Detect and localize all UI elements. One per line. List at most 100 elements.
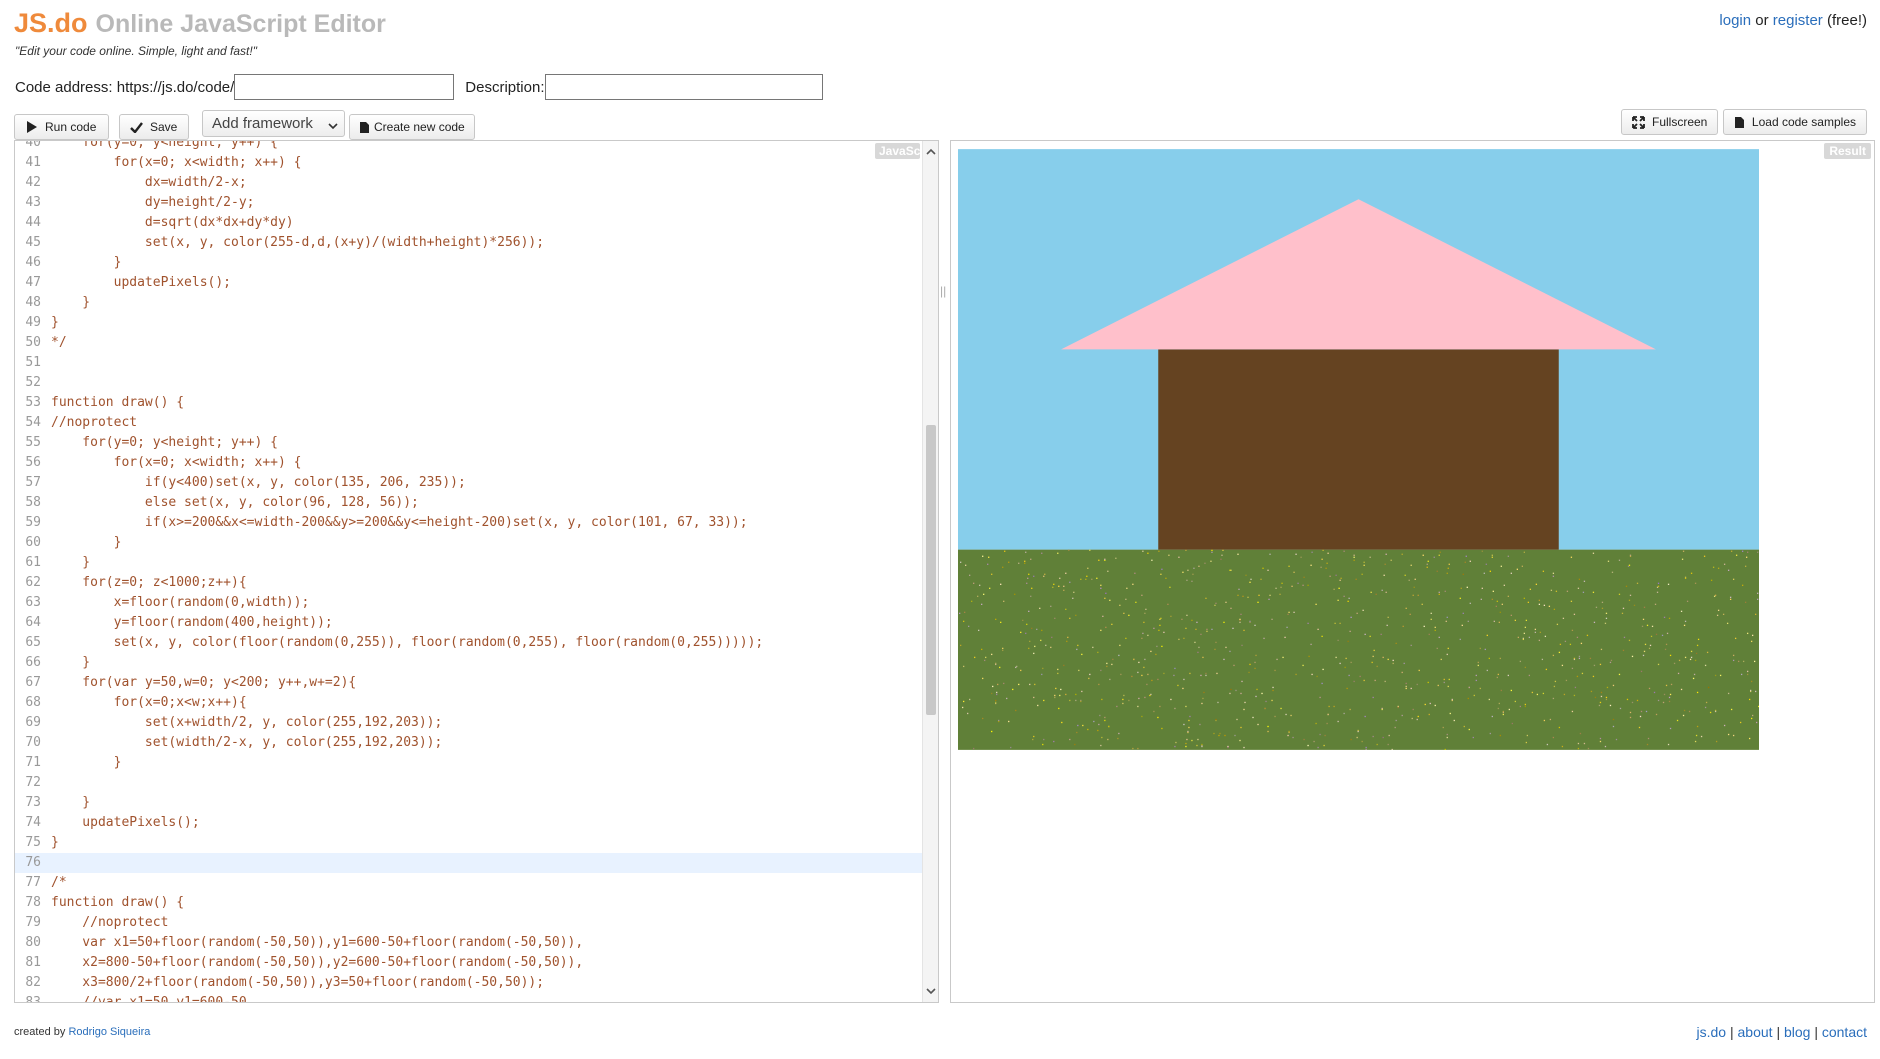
- code-line[interactable]: 68 for(x=0;x<w;x++){: [15, 693, 922, 713]
- line-code[interactable]: }: [47, 753, 122, 773]
- footer-link-jsdo[interactable]: js.do: [1697, 1024, 1727, 1040]
- code-line[interactable]: 44 d=sqrt(dx*dx+dy*dy): [15, 213, 922, 233]
- line-code[interactable]: if(x>=200&&x<=width-200&&y>=200&&y<=heig…: [47, 513, 748, 533]
- line-code[interactable]: else set(x, y, color(96, 128, 56));: [47, 493, 419, 513]
- code-line[interactable]: 75}: [15, 833, 922, 853]
- line-code[interactable]: }: [47, 833, 59, 853]
- code-line[interactable]: 59 if(x>=200&&x<=width-200&&y>=200&&y<=h…: [15, 513, 922, 533]
- pane-splitter-handle[interactable]: ||: [940, 284, 946, 298]
- code-line[interactable]: 79 //noprotect: [15, 913, 922, 933]
- line-code[interactable]: }: [47, 313, 59, 333]
- line-code[interactable]: updatePixels();: [47, 273, 231, 293]
- line-code[interactable]: var x1=50+floor(random(-50,50)),y1=600-5…: [47, 933, 583, 953]
- register-link[interactable]: register: [1773, 12, 1823, 29]
- code-line[interactable]: 62 for(z=0; z<1000;z++){: [15, 573, 922, 593]
- add-framework-select[interactable]: Add framework: [202, 110, 345, 137]
- scrollbar-thumb[interactable]: [926, 425, 936, 715]
- code-line[interactable]: 50 */: [15, 333, 922, 353]
- line-code[interactable]: }: [47, 253, 122, 273]
- login-link[interactable]: login: [1719, 12, 1751, 29]
- code-line[interactable]: 40 for(y=0; y<height; y++) {: [15, 141, 922, 153]
- line-code[interactable]: d=sqrt(dx*dx+dy*dy): [47, 213, 294, 233]
- code-line[interactable]: 49}: [15, 313, 922, 333]
- line-code[interactable]: }: [47, 293, 90, 313]
- code-line[interactable]: 60 }: [15, 533, 922, 553]
- logo-brand[interactable]: JS.do: [14, 8, 88, 38]
- line-code[interactable]: set(x+width/2, y, color(255,192,203));: [47, 713, 442, 733]
- code-line[interactable]: 41 for(x=0; x<width; x++) {: [15, 153, 922, 173]
- editor-scrollbar[interactable]: [922, 141, 938, 1002]
- description-input[interactable]: [544, 74, 823, 100]
- code-line[interactable]: 57 if(y<400)set(x, y, color(135, 206, 23…: [15, 473, 922, 493]
- line-code[interactable]: */: [47, 333, 67, 353]
- code-line[interactable]: 81 x2=800-50+floor(random(-50,50)),y2=60…: [15, 953, 922, 973]
- code-line[interactable]: 73 }: [15, 793, 922, 813]
- code-line[interactable]: 74 updatePixels();: [15, 813, 922, 833]
- code-line[interactable]: 45 set(x, y, color(255-d,d,(x+y)/(width+…: [15, 233, 922, 253]
- line-code[interactable]: [47, 853, 51, 873]
- footer-link-contact[interactable]: contact: [1822, 1024, 1867, 1040]
- line-code[interactable]: x=floor(random(0,width));: [47, 593, 310, 613]
- line-code[interactable]: [47, 353, 51, 373]
- code-line[interactable]: 53 function draw() {: [15, 393, 922, 413]
- line-code[interactable]: //var x1=50,y1=600-50,: [47, 993, 254, 1002]
- code-lines[interactable]: 40 for(y=0; y<height; y++) {41 for(x=0; …: [15, 141, 922, 1002]
- line-code[interactable]: set(width/2-x, y, color(255,192,203));: [47, 733, 442, 753]
- line-code[interactable]: /*: [47, 873, 67, 893]
- code-line[interactable]: 48 }: [15, 293, 922, 313]
- line-code[interactable]: function draw() {: [47, 393, 184, 413]
- code-line[interactable]: 69 set(x+width/2, y, color(255,192,203))…: [15, 713, 922, 733]
- line-code[interactable]: dy=height/2-y;: [47, 193, 255, 213]
- code-line[interactable]: 51: [15, 353, 922, 373]
- line-code[interactable]: for(var y=50,w=0; y<200; y++,w+=2){: [47, 673, 356, 693]
- load-code-samples-button[interactable]: Load code samples: [1723, 109, 1867, 135]
- code-line[interactable]: 46 }: [15, 253, 922, 273]
- scroll-down-icon[interactable]: [926, 982, 936, 1000]
- code-line[interactable]: 42 dx=width/2-x;: [15, 173, 922, 193]
- code-line[interactable]: 65 set(x, y, color(floor(random(0,255)),…: [15, 633, 922, 653]
- code-line[interactable]: 78 function draw() {: [15, 893, 922, 913]
- code-line[interactable]: 64 y=floor(random(400,height));: [15, 613, 922, 633]
- footer-link-blog[interactable]: blog: [1784, 1024, 1810, 1040]
- line-code[interactable]: for(y=0; y<height; y++) {: [47, 433, 278, 453]
- line-code[interactable]: updatePixels();: [47, 813, 199, 833]
- code-line[interactable]: 43 dy=height/2-y;: [15, 193, 922, 213]
- line-code[interactable]: [47, 773, 51, 793]
- line-code[interactable]: for(x=0; x<width; x++) {: [47, 153, 302, 173]
- scroll-up-icon[interactable]: [926, 143, 936, 161]
- line-code[interactable]: }: [47, 533, 122, 553]
- result-canvas[interactable]: [958, 149, 1759, 750]
- line-code[interactable]: dx=width/2-x;: [47, 173, 247, 193]
- line-code[interactable]: for(x=0; x<width; x++) {: [47, 453, 302, 473]
- code-line[interactable]: 67 for(var y=50,w=0; y<200; y++,w+=2){: [15, 673, 922, 693]
- line-code[interactable]: set(x, y, color(floor(random(0,255)), fl…: [47, 633, 764, 653]
- code-line[interactable]: 47 updatePixels();: [15, 273, 922, 293]
- code-line[interactable]: 58 else set(x, y, color(96, 128, 56));: [15, 493, 922, 513]
- line-code[interactable]: //noprotect: [47, 913, 168, 933]
- line-code[interactable]: [47, 373, 51, 393]
- code-line[interactable]: 76: [15, 853, 922, 873]
- code-line[interactable]: 72: [15, 773, 922, 793]
- site-logo[interactable]: JS.do Online JavaScript Editor: [14, 8, 386, 39]
- line-code[interactable]: }: [47, 653, 90, 673]
- author-link[interactable]: Rodrigo Siqueira: [68, 1026, 150, 1038]
- line-code[interactable]: x3=800/2+floor(random(-50,50)),y3=50+flo…: [47, 973, 544, 993]
- line-code[interactable]: //noprotect: [47, 413, 137, 433]
- code-line[interactable]: 83 //var x1=50,y1=600-50,: [15, 993, 922, 1002]
- line-code[interactable]: if(y<400)set(x, y, color(135, 206, 235))…: [47, 473, 466, 493]
- line-code[interactable]: function draw() {: [47, 893, 184, 913]
- run-code-button[interactable]: Run code: [14, 114, 109, 140]
- code-line[interactable]: 56 for(x=0; x<width; x++) {: [15, 453, 922, 473]
- code-editor[interactable]: 40 for(y=0; y<height; y++) {41 for(x=0; …: [14, 140, 939, 1003]
- line-code[interactable]: }: [47, 793, 90, 813]
- line-code[interactable]: }: [47, 553, 90, 573]
- line-code[interactable]: x2=800-50+floor(random(-50,50)),y2=600-5…: [47, 953, 583, 973]
- create-new-code-button[interactable]: Create new code: [349, 114, 475, 140]
- line-code[interactable]: for(x=0;x<w;x++){: [47, 693, 247, 713]
- code-line[interactable]: 71 }: [15, 753, 922, 773]
- code-line[interactable]: 70 set(width/2-x, y, color(255,192,203))…: [15, 733, 922, 753]
- code-line[interactable]: 80 var x1=50+floor(random(-50,50)),y1=60…: [15, 933, 922, 953]
- line-code[interactable]: for(y=0; y<height; y++) {: [47, 141, 278, 153]
- fullscreen-button[interactable]: Fullscreen: [1621, 109, 1718, 135]
- save-button[interactable]: Save: [119, 114, 189, 140]
